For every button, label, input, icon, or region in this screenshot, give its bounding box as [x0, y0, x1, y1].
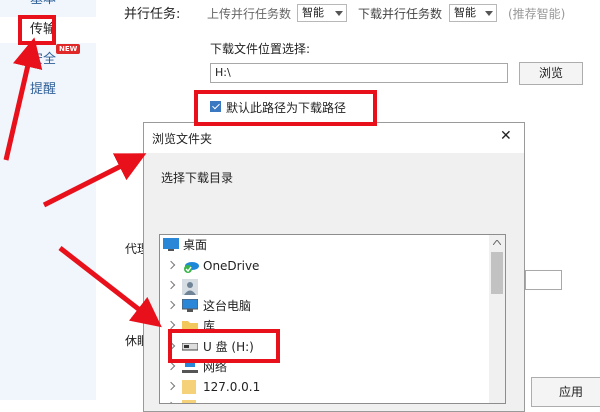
chevron-right-icon — [166, 401, 176, 403]
folder-icon — [182, 400, 196, 403]
arrow-to-transfer — [3, 37, 43, 161]
arrow-to-usb — [58, 246, 162, 328]
annotation-arrows — [3, 37, 162, 328]
arrow-to-dialog — [42, 153, 147, 208]
